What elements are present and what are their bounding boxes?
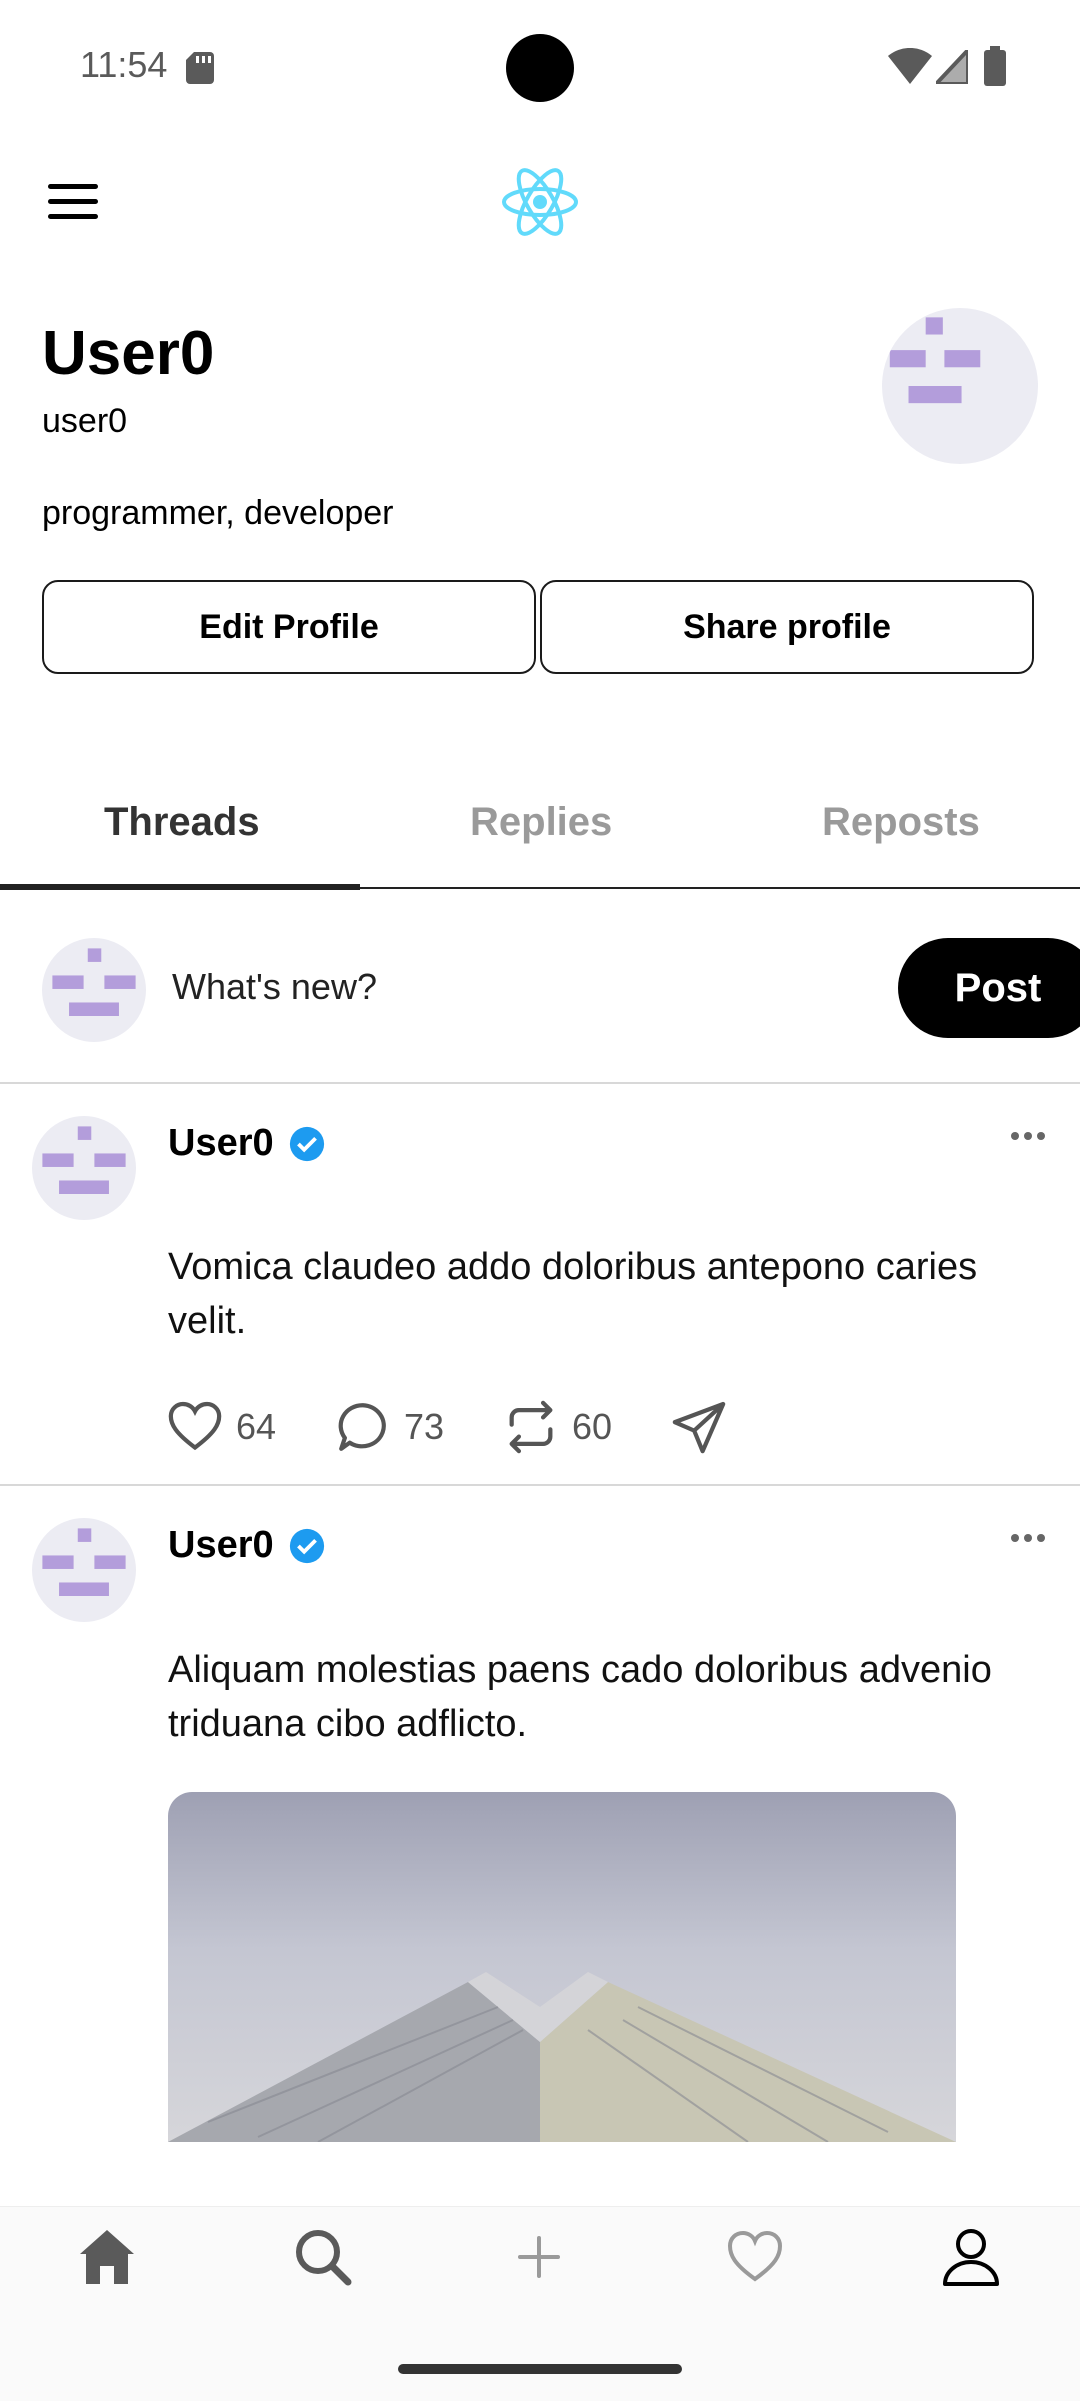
- profile-bio: programmer, developer: [42, 494, 394, 532]
- post-button[interactable]: Post: [898, 938, 1080, 1038]
- profile-display-name: User0: [42, 319, 215, 388]
- thread-text: Vomica claudeo addo doloribus antepono c…: [168, 1246, 978, 1342]
- verified-badge-icon: [289, 1528, 324, 1563]
- verified-badge-icon: [289, 1126, 324, 1161]
- thread-avatar[interactable]: [32, 1116, 136, 1220]
- react-logo-icon: [502, 168, 578, 236]
- thread-author-name: User0: [168, 1524, 274, 1566]
- building-photo: [168, 1972, 956, 2142]
- profile-username: user0: [42, 402, 128, 440]
- thread-author-name: User0: [168, 1122, 274, 1164]
- menu-icon[interactable]: [48, 184, 98, 220]
- repost-icon: [509, 1400, 553, 1454]
- thread-image[interactable]: [168, 1792, 956, 2142]
- profile-avatar[interactable]: [882, 308, 1038, 464]
- cellular-signal-icon: [936, 50, 968, 84]
- tab-threads[interactable]: Threads: [104, 800, 260, 845]
- share-profile-button[interactable]: Share profile: [540, 580, 1034, 674]
- tab-active-indicator: [0, 884, 360, 890]
- divider: [0, 1484, 1080, 1486]
- like-count: 64: [236, 1406, 277, 1447]
- thread-author[interactable]: User0: [168, 1524, 326, 1567]
- profile-icon[interactable]: [940, 2226, 1002, 2288]
- tab-replies[interactable]: Replies: [470, 800, 612, 845]
- edit-profile-button[interactable]: Edit Profile: [42, 580, 536, 674]
- heart-icon[interactable]: [724, 2226, 786, 2288]
- reply-button[interactable]: 73: [334, 1398, 444, 1456]
- repost-count: 60: [572, 1406, 613, 1447]
- more-options-icon[interactable]: [1010, 1130, 1046, 1142]
- composer-avatar: [42, 938, 146, 1042]
- thread-text: Aliquam molestias paens cado doloribus a…: [168, 1649, 992, 1745]
- gesture-home-bar[interactable]: [398, 2364, 682, 2374]
- heart-icon: [168, 1401, 222, 1451]
- thread-avatar[interactable]: [32, 1518, 136, 1622]
- front-camera: [506, 34, 574, 102]
- more-options-icon[interactable]: [1010, 1532, 1046, 1544]
- tab-reposts[interactable]: Reposts: [822, 800, 980, 845]
- like-button[interactable]: 64: [166, 1398, 276, 1456]
- reply-count: 73: [404, 1406, 445, 1447]
- composer-input[interactable]: What's new?: [172, 966, 377, 1008]
- wifi-icon: [888, 48, 932, 84]
- search-icon[interactable]: [292, 2226, 354, 2288]
- home-icon[interactable]: [76, 2226, 138, 2288]
- status-time: 11:54: [80, 44, 168, 85]
- battery-icon: [984, 46, 1006, 86]
- repost-button[interactable]: 60: [502, 1398, 612, 1456]
- sd-card-icon: [186, 52, 214, 84]
- share-button[interactable]: [670, 1398, 740, 1456]
- divider: [0, 1082, 1080, 1084]
- thread-author[interactable]: User0: [168, 1122, 326, 1165]
- plus-icon[interactable]: [508, 2226, 570, 2288]
- send-icon: [672, 1401, 726, 1454]
- comment-icon: [338, 1403, 386, 1451]
